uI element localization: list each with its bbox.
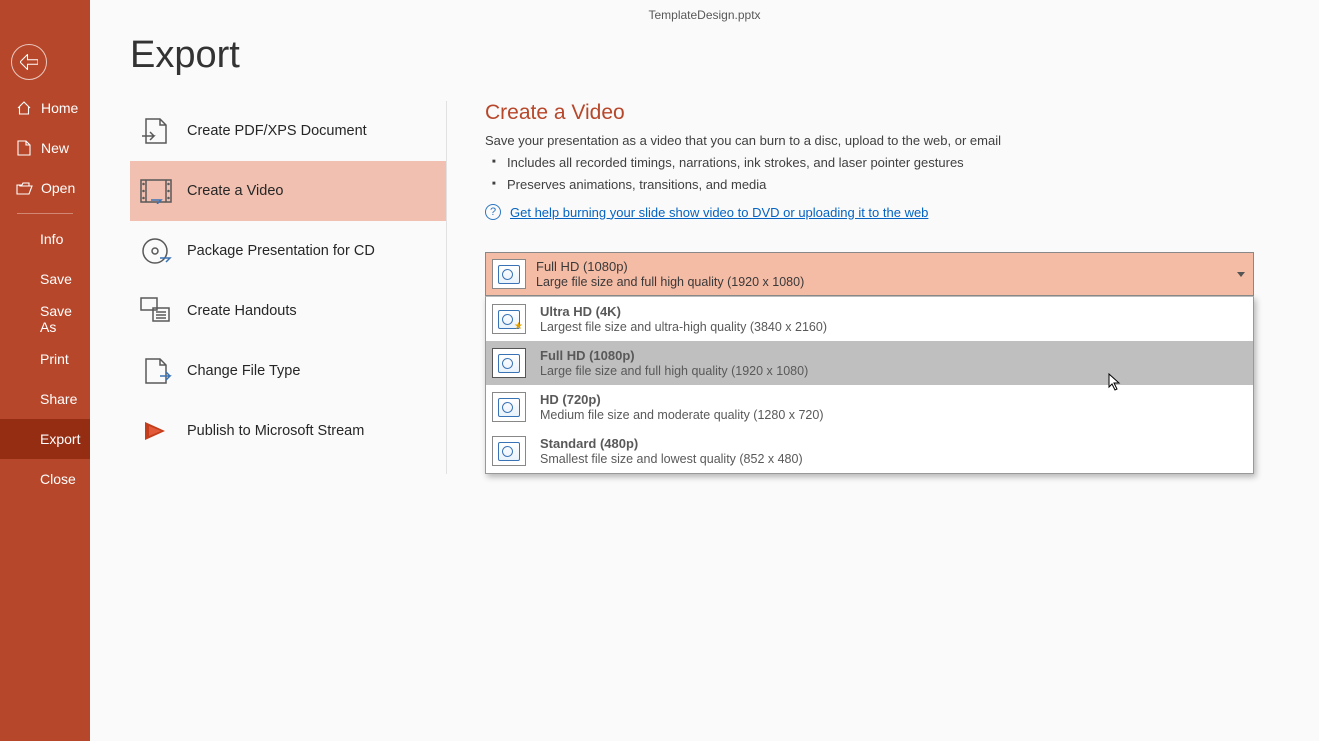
detail-bullet-1: Includes all recorded timings, narration… — [507, 152, 1254, 174]
quality-option-hd[interactable]: HD (720p) Medium file size and moderate … — [486, 385, 1253, 429]
page-heading: Export — [130, 34, 1279, 77]
document-title: TemplateDesign.pptx — [648, 8, 760, 22]
video-quality-options-list: Ultra HD (4K) Largest file size and ultr… — [485, 296, 1254, 474]
backstage-sidebar: Home New Open Info Save Save As Print Sh… — [0, 0, 90, 741]
sidebar-label-print: Print — [40, 351, 69, 367]
stream-icon — [138, 413, 174, 449]
export-option-cd[interactable]: Package Presentation for CD — [130, 221, 446, 281]
home-icon — [15, 99, 33, 117]
sidebar-item-export[interactable]: Export — [0, 419, 90, 459]
sidebar-item-share[interactable]: Share — [0, 379, 90, 419]
sidebar-label-share: Share — [40, 391, 77, 407]
quality-option-sub: Medium file size and moderate quality (1… — [540, 408, 823, 422]
export-option-filetype-label: Change File Type — [187, 363, 300, 379]
sidebar-item-open[interactable]: Open — [0, 168, 90, 208]
export-option-handouts-label: Create Handouts — [187, 303, 297, 319]
sidebar-item-print[interactable]: Print — [0, 339, 90, 379]
back-arrow-icon — [20, 54, 38, 70]
sidebar-item-saveas[interactable]: Save As — [0, 299, 90, 339]
sidebar-label-info: Info — [40, 231, 63, 247]
detail-bullet-2: Preserves animations, transitions, and m… — [507, 174, 1254, 196]
video-quality-dropdown: Full HD (1080p) Large file size and full… — [485, 252, 1254, 474]
monitor-icon — [492, 259, 526, 289]
help-icon: ? — [485, 204, 501, 220]
quality-option-standard[interactable]: Standard (480p) Smallest file size and l… — [486, 429, 1253, 473]
pdf-icon — [138, 113, 174, 149]
export-option-pdf-label: Create PDF/XPS Document — [187, 123, 367, 139]
cd-icon — [138, 233, 174, 269]
sidebar-label-open: Open — [41, 180, 75, 196]
export-option-video-label: Create a Video — [187, 183, 283, 199]
sidebar-item-close[interactable]: Close — [0, 459, 90, 499]
sidebar-item-new[interactable]: New — [0, 128, 90, 168]
export-option-pdf[interactable]: Create PDF/XPS Document — [130, 101, 446, 161]
sidebar-item-home[interactable]: Home — [0, 88, 90, 128]
back-button[interactable] — [11, 44, 47, 80]
sidebar-label-close: Close — [40, 471, 76, 487]
selected-quality-sub: Large file size and full high quality (1… — [536, 275, 1237, 289]
quality-option-title: Ultra HD (4K) — [540, 304, 827, 319]
sidebar-label-export: Export — [40, 431, 80, 447]
monitor-icon — [492, 304, 526, 334]
quality-option-title: Full HD (1080p) — [540, 348, 808, 363]
video-icon — [138, 173, 174, 209]
detail-description: Save your presentation as a video that y… — [485, 133, 1254, 148]
selected-quality-title: Full HD (1080p) — [536, 259, 1237, 274]
quality-option-sub: Smallest file size and lowest quality (8… — [540, 452, 803, 466]
chevron-down-icon — [1237, 272, 1245, 277]
main-area: TemplateDesign.pptx Export Create PDF/XP… — [90, 0, 1319, 741]
export-option-stream[interactable]: Publish to Microsoft Stream — [130, 401, 446, 461]
open-icon — [15, 179, 33, 197]
quality-option-title: HD (720p) — [540, 392, 823, 407]
export-option-filetype[interactable]: Change File Type — [130, 341, 446, 401]
filetype-icon — [138, 353, 174, 389]
quality-option-sub: Largest file size and ultra-high quality… — [540, 320, 827, 334]
sidebar-divider — [17, 213, 73, 214]
export-option-stream-label: Publish to Microsoft Stream — [187, 423, 364, 439]
sidebar-label-saveas: Save As — [40, 303, 90, 335]
detail-pane: Create a Video Save your presentation as… — [447, 101, 1279, 474]
monitor-icon — [492, 348, 526, 378]
sidebar-label-save: Save — [40, 271, 72, 287]
sidebar-label-home: Home — [41, 100, 78, 116]
sidebar-item-save[interactable]: Save — [0, 259, 90, 299]
new-icon — [15, 139, 33, 157]
export-option-handouts[interactable]: Create Handouts — [130, 281, 446, 341]
sidebar-item-info[interactable]: Info — [0, 219, 90, 259]
handouts-icon — [138, 293, 174, 329]
help-link[interactable]: Get help burning your slide show video t… — [510, 205, 928, 220]
quality-option-full-hd[interactable]: Full HD (1080p) Large file size and full… — [486, 341, 1253, 385]
sidebar-label-new: New — [41, 140, 69, 156]
video-quality-selected[interactable]: Full HD (1080p) Large file size and full… — [485, 252, 1254, 296]
quality-option-sub: Large file size and full high quality (1… — [540, 364, 808, 378]
detail-heading: Create a Video — [485, 101, 1254, 125]
monitor-icon — [492, 392, 526, 422]
title-bar: TemplateDesign.pptx — [90, 0, 1319, 30]
monitor-icon — [492, 436, 526, 466]
export-option-cd-label: Package Presentation for CD — [187, 243, 375, 259]
quality-option-ultra-hd[interactable]: Ultra HD (4K) Largest file size and ultr… — [486, 297, 1253, 341]
export-option-video[interactable]: Create a Video — [130, 161, 446, 221]
quality-option-title: Standard (480p) — [540, 436, 803, 451]
export-option-list: Create PDF/XPS Document Create a Video P… — [130, 101, 447, 474]
